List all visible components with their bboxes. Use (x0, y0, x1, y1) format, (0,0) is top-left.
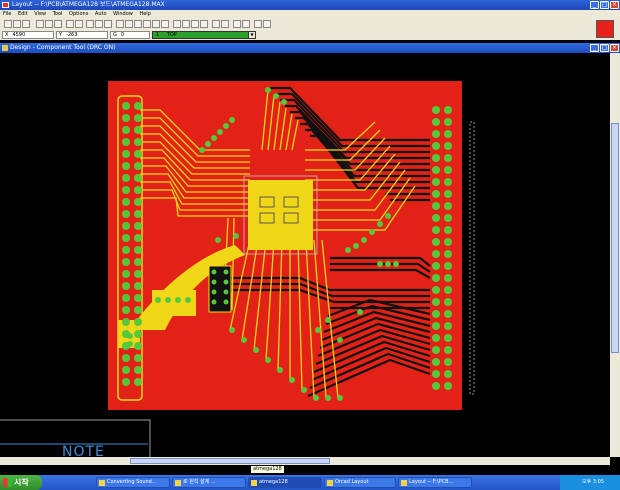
layer-number: 1 (156, 32, 160, 38)
menu-file[interactable]: File (3, 11, 11, 17)
folder-icon (251, 480, 257, 486)
grid-value: G0 (110, 31, 150, 39)
maximize-icon[interactable]: □ (600, 1, 609, 9)
close-icon[interactable]: × (610, 1, 619, 9)
task-orcad-layout[interactable]: Orcad Layout (324, 477, 396, 488)
menu-auto[interactable]: Auto (95, 11, 107, 17)
auto-route-icon[interactable] (212, 20, 220, 28)
task-atmega128[interactable]: atmega128 (248, 477, 322, 488)
window-title: Layout -- F:\PCB\ATMEGA128 보드\ATMEGA128.… (12, 1, 165, 8)
print-icon[interactable] (22, 20, 30, 28)
doc-maximize-icon[interactable]: □ (600, 44, 609, 52)
pin-icon[interactable] (125, 20, 133, 28)
text-icon[interactable] (143, 20, 151, 28)
title-bar: Layout -- F:\PCB\ATMEGA128 보드\ATMEGA128.… (0, 0, 620, 10)
zoom-in-icon[interactable] (86, 20, 94, 28)
spreadsheet-icon[interactable] (54, 20, 62, 28)
sound-icon (99, 480, 105, 486)
document-title: Design - Component Tool (DRC ON) (10, 44, 116, 51)
clock: 오후 3:05 (582, 479, 605, 485)
layout-app-icon (401, 480, 407, 486)
layer-select[interactable]: 1 TOP ▼ (152, 31, 256, 39)
folder-icon (175, 480, 181, 486)
select-icon[interactable] (36, 20, 44, 28)
route-icon[interactable] (182, 20, 190, 28)
layer-color-swatch[interactable] (596, 20, 614, 38)
document-title-bar: Design - Component Tool (DRC ON) _ □ × (0, 43, 620, 53)
orcad-icon (327, 480, 333, 486)
qfp-chip-footprint[interactable] (248, 180, 313, 250)
layers-icon[interactable] (75, 20, 83, 28)
start-button[interactable]: 시작 (0, 475, 42, 490)
save-icon[interactable] (13, 20, 21, 28)
reconcile-icon[interactable] (254, 20, 262, 28)
taskbar: 시작 Converting Sound... 로 원칙 설계 ... atmeg… (0, 475, 620, 490)
note-label: NOTE (62, 444, 105, 457)
doc-close-icon[interactable]: × (610, 44, 619, 52)
edit-segment-icon[interactable] (200, 20, 208, 28)
minimize-icon[interactable]: _ (590, 1, 599, 9)
menu-tool[interactable]: Tool (53, 11, 63, 17)
doc-minimize-icon[interactable]: _ (590, 44, 599, 52)
x-value: 4590 (12, 32, 26, 38)
y-value: -263 (66, 32, 78, 38)
layout-app-window: Layout -- F:\PCB\ATMEGA128 보드\ATMEGA128.… (0, 0, 620, 490)
cleanup-icon[interactable] (242, 20, 250, 28)
edit-icon[interactable] (45, 20, 53, 28)
error-icon[interactable] (161, 20, 169, 28)
obstacle-icon[interactable] (134, 20, 142, 28)
shove-icon[interactable] (191, 20, 199, 28)
menu-view[interactable]: View (34, 11, 46, 17)
windows-logo-icon (3, 478, 12, 487)
copper-pour-area (152, 290, 196, 316)
toolbar (0, 18, 620, 30)
pcb-drawing (0, 81, 475, 457)
tooltip: atmega128 (250, 465, 285, 474)
x-label: X (5, 32, 9, 38)
task-converting-sound[interactable]: Converting Sound... (96, 477, 170, 488)
menu-bar: File Edit View Tool Options Auto Window … (0, 10, 620, 18)
board-outline-right (469, 121, 475, 395)
chevron-down-icon[interactable]: ▼ (248, 32, 255, 38)
vertical-scroll-thumb[interactable] (611, 123, 619, 353)
via-icon[interactable] (221, 20, 229, 28)
drc-icon[interactable] (233, 20, 241, 28)
zoom-out-icon[interactable] (95, 20, 103, 28)
zoom-all-icon[interactable] (104, 20, 112, 28)
document-icon (2, 45, 8, 51)
layer-name: TOP (166, 32, 177, 38)
menu-edit[interactable]: Edit (18, 11, 28, 17)
menu-window[interactable]: Window (113, 11, 133, 17)
y-coordinate: Y -263 (56, 31, 108, 39)
pcb-workspace[interactable]: NOTE (0, 53, 610, 457)
layout-app-icon (2, 2, 9, 8)
g-value: 0 (120, 32, 125, 38)
help-icon[interactable] (263, 20, 271, 28)
horizontal-scroll-thumb[interactable] (130, 458, 330, 464)
x-coordinate: X 4590 (2, 31, 54, 39)
horizontal-scrollbar[interactable] (0, 457, 610, 465)
menu-options[interactable]: Options (69, 11, 88, 17)
system-tray: 오후 3:05 (560, 475, 620, 490)
new-icon[interactable] (4, 20, 12, 28)
start-label: 시작 (14, 478, 29, 487)
menu-help[interactable]: Help (139, 11, 150, 17)
g-label: G (113, 32, 117, 38)
component-icon[interactable] (116, 20, 124, 28)
connection-icon[interactable] (152, 20, 160, 28)
task-explorer[interactable]: 로 원칙 설계 ... (172, 477, 246, 488)
task-layout-window[interactable]: Layout -- F:\PCB... (398, 477, 472, 488)
y-label: Y (59, 32, 63, 38)
status-row: X 4590 Y -263 G0 1 TOP ▼ (0, 20, 620, 40)
vertical-scrollbar[interactable] (610, 53, 620, 457)
grid-icon[interactable] (66, 20, 74, 28)
color-icon[interactable] (173, 20, 181, 28)
